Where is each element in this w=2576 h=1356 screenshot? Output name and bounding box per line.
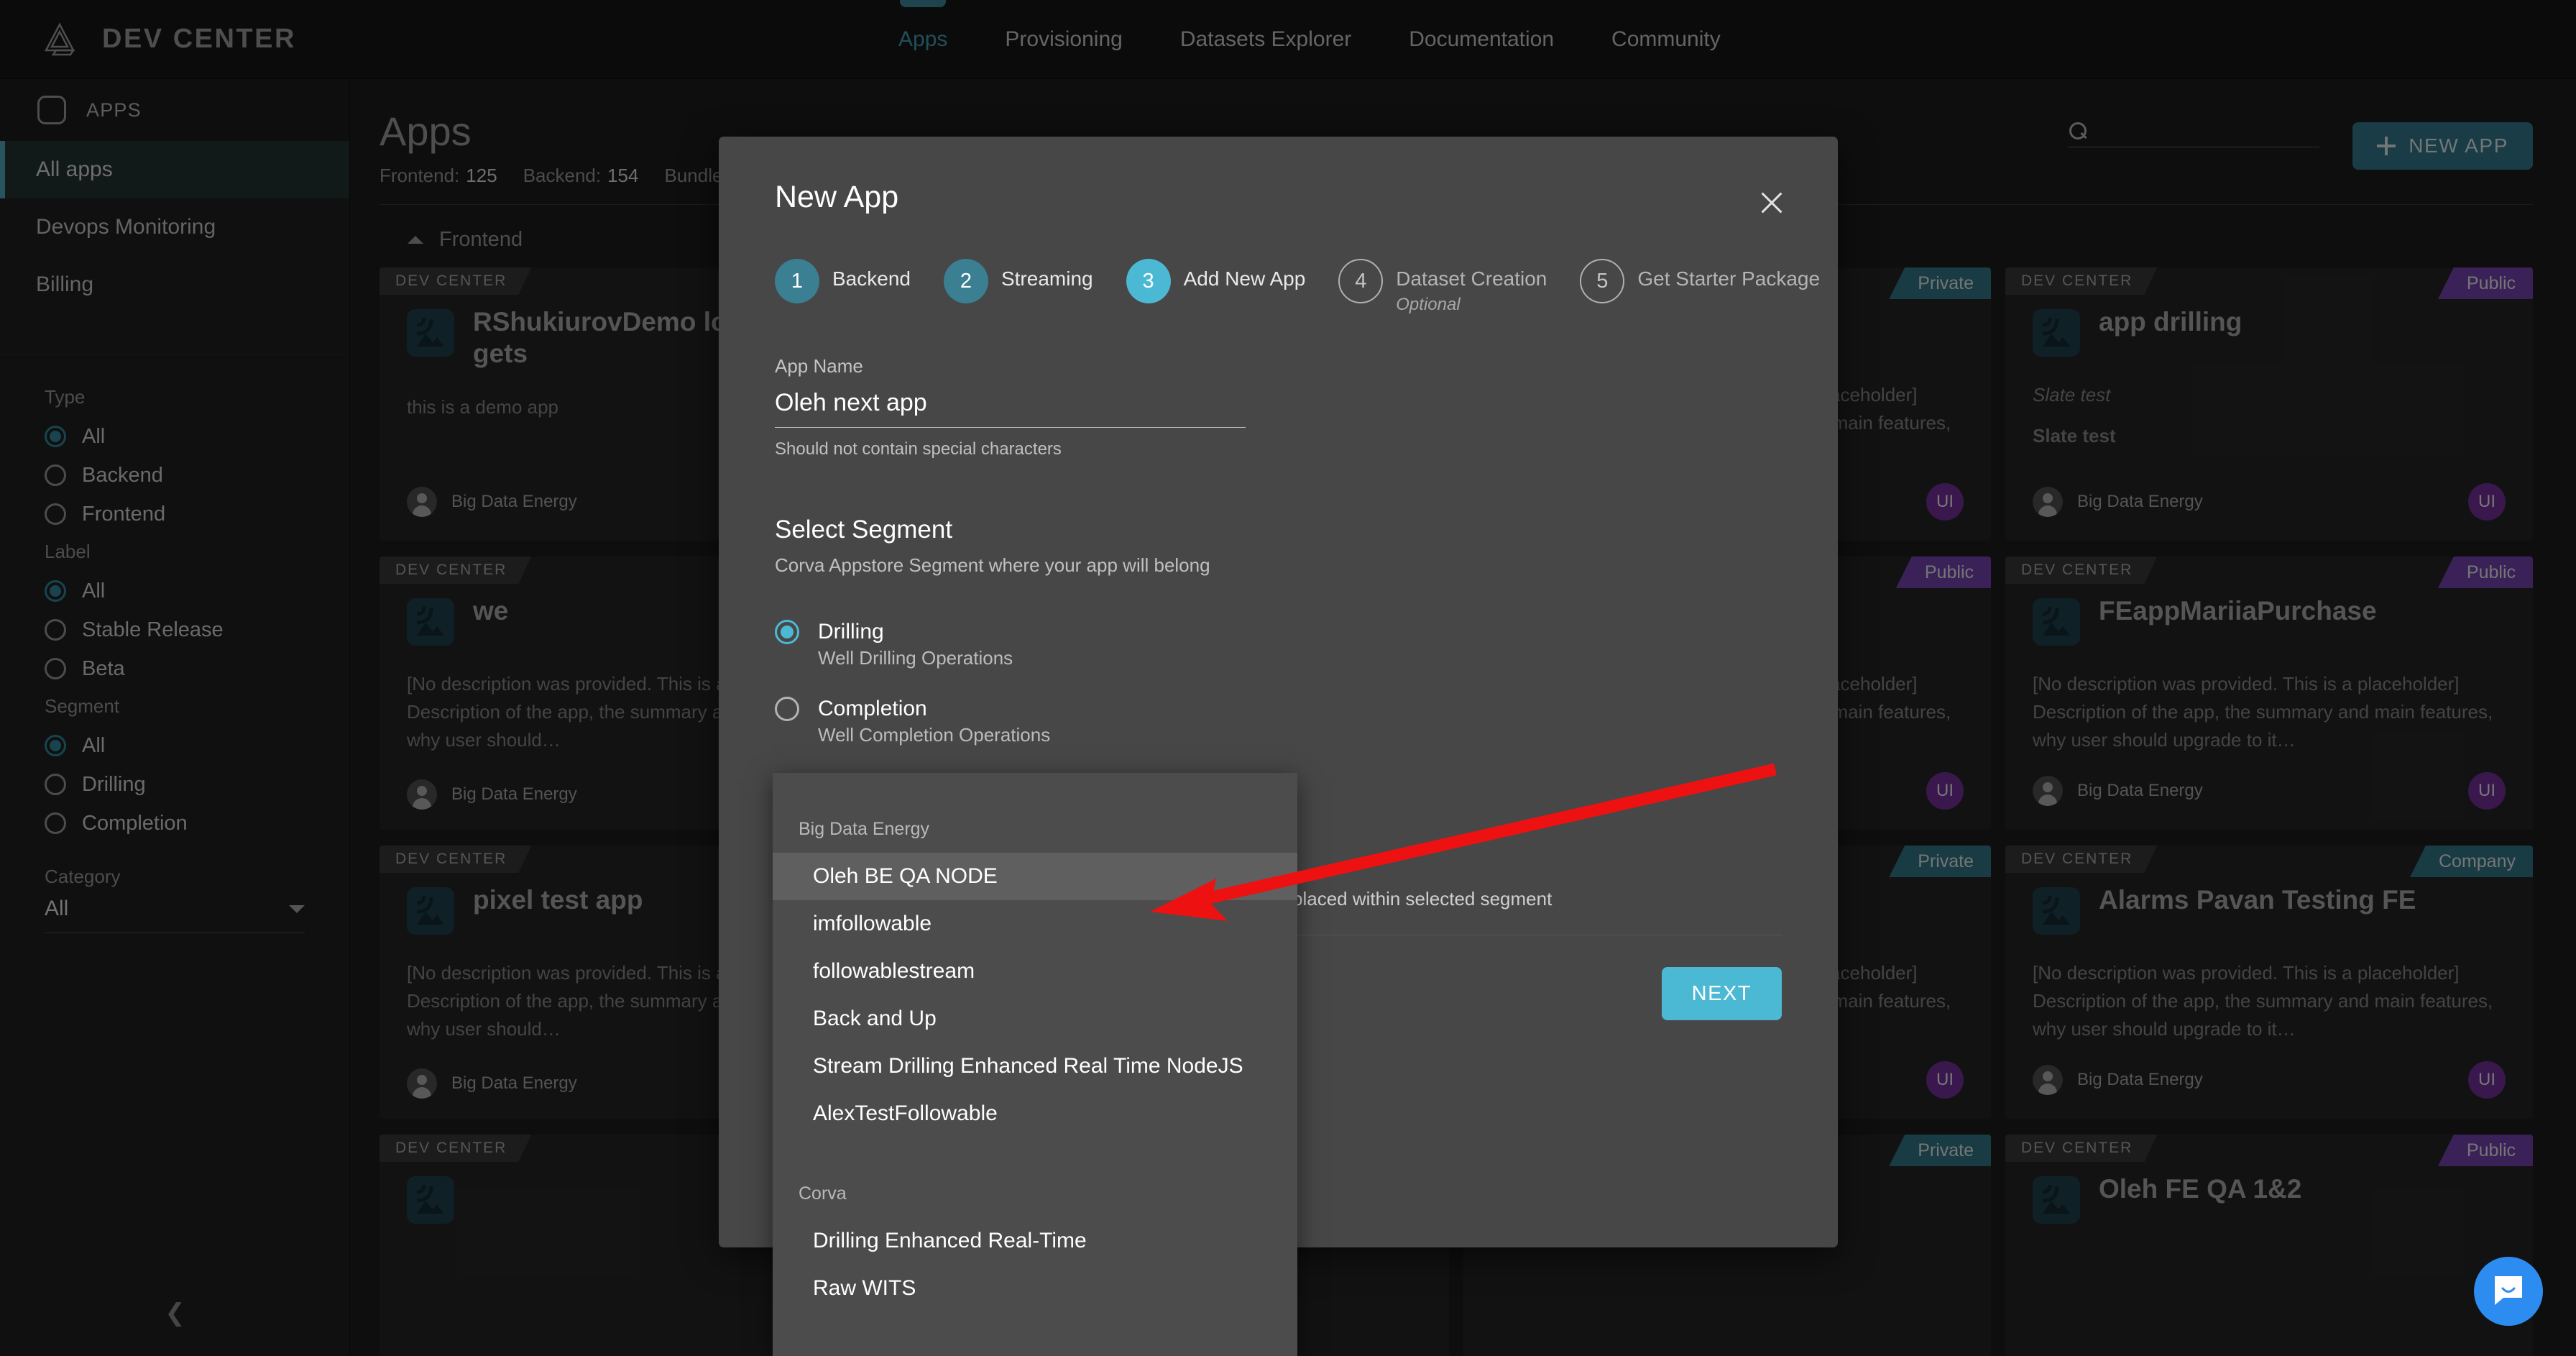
step-3-add-new-app[interactable]: 3 Add New App [1126, 259, 1306, 303]
dropdown-item[interactable]: Drilling Enhanced Real-Time [773, 1217, 1297, 1265]
segment-option-name: Drilling [818, 620, 884, 643]
app-name-input[interactable] [775, 389, 1246, 428]
chat-bubble-icon [2490, 1272, 2526, 1311]
step-number: 3 [1126, 259, 1171, 303]
modal-body: App Name Should not contain special char… [719, 315, 1838, 746]
step-2-streaming[interactable]: 2 Streaming [943, 259, 1093, 303]
step-number: 5 [1580, 259, 1625, 303]
dropdown-item[interactable]: AlexTestFollowable [773, 1090, 1297, 1137]
segment-option-desc: Well Drilling Operations [818, 647, 1013, 669]
dropdown-item[interactable]: Stream Drilling Enhanced Real Time NodeJ… [773, 1043, 1297, 1090]
segment-option-completion[interactable]: Completion Well Completion Operations [775, 682, 1782, 746]
app-name-label: App Name [775, 355, 863, 377]
step-label: Streaming [1000, 267, 1093, 290]
step-number: 2 [943, 259, 988, 303]
radio-icon [775, 697, 799, 721]
next-button[interactable]: NEXT [1661, 967, 1782, 1020]
step-number: 1 [775, 259, 819, 303]
step-label: Add New App [1183, 267, 1306, 290]
dropdown-item[interactable]: Back and Up [773, 995, 1297, 1043]
segment-option-drilling[interactable]: Drilling Well Drilling Operations [775, 605, 1782, 669]
step-1-backend[interactable]: 1 Backend [775, 259, 911, 303]
segment-option-desc: Well Completion Operations [818, 724, 1051, 746]
dropdown-item[interactable]: Oleh BE QA NODE [773, 853, 1297, 900]
segment-options: Drilling Well Drilling Operations Comple… [775, 605, 1782, 746]
dropdown-item[interactable]: followablestream [773, 948, 1297, 995]
select-segment-title: Select Segment [775, 516, 953, 544]
dropdown-group-label: Corva [799, 1183, 847, 1204]
modal-header: New App [719, 137, 1838, 220]
segment-placement-note: placed within selected segment [1292, 888, 1552, 910]
step-label: Dataset Creation [1396, 267, 1547, 290]
wizard-stepper: 1 Backend 2 Streaming 3 Add New App 4 Da… [719, 220, 1838, 315]
radio-icon [775, 620, 799, 644]
step-label: Get Starter Package [1637, 267, 1821, 290]
package-dropdown-list[interactable]: Big Data Energy Oleh BE QA NODE imfollowab… [773, 773, 1297, 1356]
dropdown-item[interactable]: Raw WITS [773, 1265, 1297, 1312]
step-sublabel: Optional [1396, 295, 1460, 314]
app-name-help-text: Should not contain special characters [775, 439, 1062, 459]
step-label: Backend [832, 267, 911, 290]
dropdown-item[interactable]: imfollowable [773, 900, 1297, 948]
step-number: 4 [1338, 259, 1384, 303]
modal-title: New App [775, 180, 899, 214]
step-5-get-starter-package[interactable]: 5 Get Starter Package [1580, 259, 1820, 303]
segment-option-name: Completion [818, 697, 927, 720]
close-icon[interactable] [1754, 185, 1789, 220]
select-segment-subtitle: Corva Appstore Segment where your app wi… [775, 554, 1210, 576]
dropdown-group-label: Big Data Energy [799, 819, 930, 839]
step-4-dataset-creation[interactable]: 4 Dataset Creation Optional [1338, 259, 1547, 315]
chat-widget-button[interactable] [2474, 1257, 2543, 1326]
